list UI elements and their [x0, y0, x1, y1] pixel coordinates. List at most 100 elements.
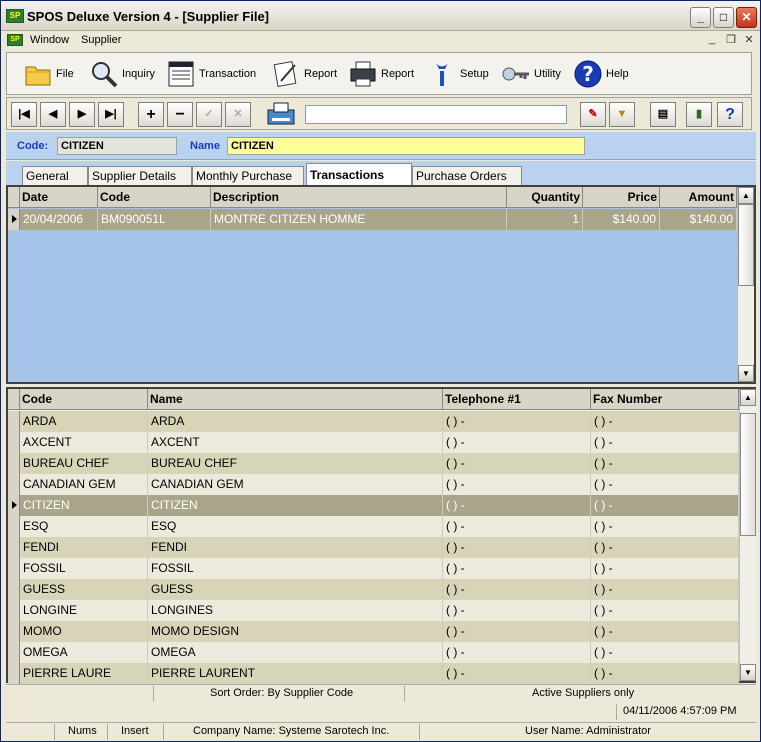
cell-fax: ( ) -: [591, 495, 739, 516]
column-picker-icon[interactable]: [8, 389, 20, 409]
delete-record-button[interactable]: −: [167, 102, 193, 127]
help-question-button[interactable]: ?: [717, 102, 743, 127]
name-field[interactable]: CITIZEN: [227, 137, 585, 155]
cell-fax: ( ) -: [591, 621, 739, 642]
status-bar-info: Nums Insert Company Name: Systeme Sarote…: [6, 722, 756, 740]
cell-fax: ( ) -: [591, 432, 739, 453]
table-row[interactable]: CANADIAN GEM CANADIAN GEM( ) -( ) -: [8, 474, 739, 495]
next-record-button[interactable]: ▶: [69, 102, 95, 127]
scroll-thumb[interactable]: [740, 413, 756, 536]
pencil-icon: ✎: [588, 108, 598, 120]
col-supplier-code[interactable]: Code: [20, 389, 148, 409]
suppliers-scrollbar[interactable]: ▲ ▼: [739, 389, 756, 681]
status-divider: [163, 724, 164, 740]
help-button[interactable]: ? Help: [573, 59, 629, 89]
code-field[interactable]: CITIZEN: [57, 137, 177, 155]
col-fax[interactable]: Fax Number: [591, 389, 739, 409]
table-row[interactable]: ESQ ESQ( ) -( ) -: [8, 516, 739, 537]
menu-supplier[interactable]: Supplier: [81, 34, 121, 46]
close-button[interactable]: ✕: [736, 7, 757, 28]
notes-button[interactable]: ▤: [650, 102, 676, 127]
cell-supplier-code: CANADIAN GEM: [20, 474, 148, 495]
col-telephone[interactable]: Telephone #1: [443, 389, 591, 409]
table-row[interactable]: FENDI FENDI( ) -( ) -: [8, 537, 739, 558]
title-bar[interactable]: SP SPOS Deluxe Version 4 - [Supplier Fil…: [1, 1, 760, 31]
cell-telephone: ( ) -: [443, 579, 591, 600]
mdi-minimize-icon[interactable]: _: [705, 33, 719, 45]
table-row[interactable]: CITIZEN CITIZEN( ) -( ) -: [8, 495, 739, 516]
tab-monthly-purchase[interactable]: Monthly Purchase: [192, 166, 304, 185]
pencil-tool-button[interactable]: ✎: [580, 102, 606, 127]
cell-telephone: ( ) -: [443, 642, 591, 663]
scroll-down-icon[interactable]: ▼: [740, 664, 756, 681]
cancel-edit-button[interactable]: ✕: [225, 102, 251, 127]
confirm-button[interactable]: ✓: [196, 102, 222, 127]
table-row[interactable]: LONGINE LONGINES( ) -( ) -: [8, 600, 739, 621]
cell-supplier-code: BUREAU CHEF: [20, 453, 148, 474]
search-input[interactable]: [305, 105, 567, 124]
setup-button[interactable]: Setup: [427, 59, 489, 89]
cell-telephone: ( ) -: [443, 453, 591, 474]
transactions-header: Date Code Description Quantity Price Amo…: [8, 187, 737, 208]
col-code[interactable]: Code: [98, 187, 211, 207]
col-amount[interactable]: Amount: [660, 187, 737, 207]
status-bar-sort: Sort Order: By Supplier Code Active Supp…: [6, 684, 756, 702]
tab-supplier-details[interactable]: Supplier Details: [88, 166, 192, 185]
search-icon[interactable]: [266, 100, 298, 128]
col-date[interactable]: Date: [20, 187, 98, 207]
nums-indicator: Nums: [68, 725, 97, 737]
tab-purchase-orders[interactable]: Purchase Orders: [412, 166, 522, 185]
maximize-button[interactable]: □: [713, 7, 734, 28]
column-picker-icon[interactable]: [8, 187, 20, 207]
basket-button[interactable]: ▼: [609, 102, 635, 127]
table-row[interactable]: AXCENT AXCENT( ) -( ) -: [8, 432, 739, 453]
minimize-button[interactable]: _: [690, 7, 711, 28]
row-marker: [8, 537, 20, 558]
cell-telephone: ( ) -: [443, 663, 591, 684]
row-marker: [8, 600, 20, 621]
mdi-app-icon[interactable]: SP: [7, 34, 23, 46]
mdi-restore-icon[interactable]: ❐: [724, 33, 738, 46]
cell-fax: ( ) -: [591, 558, 739, 579]
inquiry-button[interactable]: Inquiry: [89, 59, 155, 89]
add-record-button[interactable]: +: [138, 102, 164, 127]
current-row-indicator: [8, 495, 20, 516]
mdi-close-icon[interactable]: ✕: [742, 33, 756, 46]
col-description[interactable]: Description: [211, 187, 507, 207]
scroll-up-icon[interactable]: ▲: [738, 187, 754, 204]
cell-telephone: ( ) -: [443, 621, 591, 642]
scroll-down-icon[interactable]: ▼: [738, 365, 754, 382]
col-quantity[interactable]: Quantity: [507, 187, 583, 207]
transactions-scrollbar[interactable]: ▲ ▼: [737, 187, 754, 382]
cell-fax: ( ) -: [591, 663, 739, 684]
col-price[interactable]: Price: [583, 187, 660, 207]
file-button[interactable]: File: [23, 59, 74, 89]
cell-supplier-name: FENDI: [148, 537, 443, 558]
tab-general[interactable]: General: [22, 166, 88, 185]
utility-button[interactable]: Utility: [501, 59, 561, 89]
table-row[interactable]: 20/04/2006 BM090051L MONTRE CITIZEN HOMM…: [8, 209, 737, 230]
table-row[interactable]: FOSSIL FOSSIL( ) -( ) -: [8, 558, 739, 579]
menu-window[interactable]: Window: [30, 34, 69, 46]
table-row[interactable]: MOMO MOMO DESIGN( ) -( ) -: [8, 621, 739, 642]
transaction-button[interactable]: Transaction: [166, 59, 256, 89]
table-row[interactable]: BUREAU CHEF BUREAU CHEF( ) -( ) -: [8, 453, 739, 474]
tab-transactions[interactable]: Transactions: [306, 163, 412, 185]
scroll-thumb[interactable]: [738, 204, 754, 286]
sort-order-status: Sort Order: By Supplier Code: [210, 687, 354, 699]
insert-indicator: Insert: [121, 725, 149, 737]
col-supplier-name[interactable]: Name: [148, 389, 443, 409]
scroll-up-icon[interactable]: ▲: [740, 389, 756, 406]
report-button[interactable]: Report: [271, 59, 337, 89]
window-title: SPOS Deluxe Version 4 - [Supplier File]: [27, 9, 270, 24]
first-record-button[interactable]: |◀: [11, 102, 37, 127]
previous-record-button[interactable]: ◀: [40, 102, 66, 127]
table-row[interactable]: OMEGA OMEGA( ) -( ) -: [8, 642, 739, 663]
exit-button[interactable]: ▮: [686, 102, 712, 127]
table-row[interactable]: GUESS GUESS( ) -( ) -: [8, 579, 739, 600]
table-row[interactable]: PIERRE LAURE PIERRE LAURENT( ) -( ) -: [8, 663, 739, 684]
last-record-button[interactable]: ▶|: [98, 102, 124, 127]
row-marker: [8, 663, 20, 684]
print-report-button[interactable]: Report: [348, 59, 414, 89]
table-row[interactable]: ARDA ARDA( ) -( ) -: [8, 411, 739, 432]
